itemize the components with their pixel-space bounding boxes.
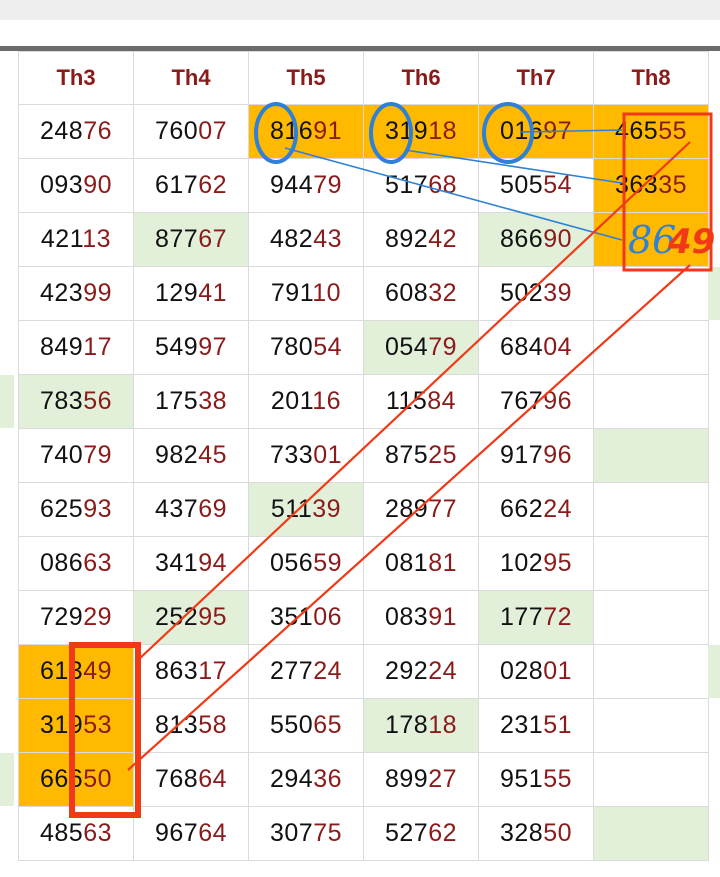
blue-connector-line: [404, 149, 623, 184]
annotation-overlay: 86 49: [69, 102, 715, 818]
blue-connector-line: [519, 129, 623, 133]
handwritten-annotation-red: 49: [667, 222, 715, 262]
blue-circle-annotation: [369, 102, 413, 164]
blue-circle-annotation: [482, 102, 534, 164]
blue-connector-line: [284, 147, 623, 241]
red-box-annotation: [69, 642, 141, 818]
red-connector-line: [127, 264, 691, 771]
red-connector-line: [137, 141, 691, 661]
blue-circle-annotation: [254, 102, 298, 164]
